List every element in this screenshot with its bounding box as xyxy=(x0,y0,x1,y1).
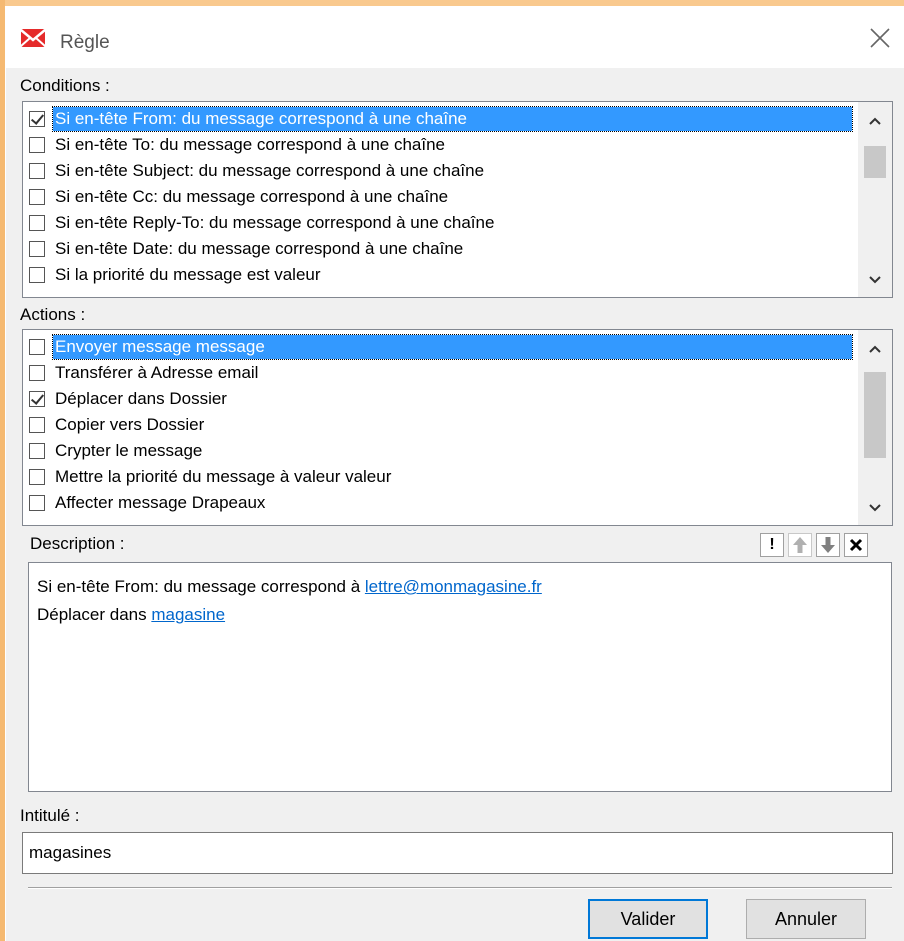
condition-item-label: Si en-tête From: du message correspond à… xyxy=(52,106,853,132)
condition-item[interactable]: Si la priorité du message est valeur xyxy=(29,262,852,288)
rule-name-input[interactable]: magasines xyxy=(22,832,893,874)
action-item[interactable]: Transférer à Adresse email xyxy=(29,360,852,386)
action-item[interactable]: Copier vers Dossier xyxy=(29,412,852,438)
condition-item[interactable]: Si en-tête From: du message correspond à… xyxy=(29,106,853,132)
actions-scroll-thumb[interactable] xyxy=(864,372,886,458)
checkbox[interactable] xyxy=(29,137,45,153)
conditions-list[interactable]: Si en-tête From: du message correspond à… xyxy=(22,101,893,298)
window-frame-left xyxy=(0,0,5,941)
checkbox[interactable] xyxy=(29,111,45,127)
checkbox[interactable] xyxy=(29,365,45,381)
action-item-label: Déplacer dans Dossier xyxy=(55,389,227,408)
checkbox[interactable] xyxy=(29,469,45,485)
move-down-button[interactable] xyxy=(816,533,840,557)
separator xyxy=(28,887,892,889)
close-button[interactable] xyxy=(862,22,898,54)
conditions-scroll-thumb[interactable] xyxy=(864,146,886,178)
move-up-button[interactable] xyxy=(788,533,812,557)
action-item-label: Crypter le message xyxy=(55,441,203,460)
description-label: Description : xyxy=(30,534,125,553)
description-box: Si en-tête From: du message correspond à… xyxy=(28,562,892,792)
condition-item-label: Si en-tête To: du message correspond à u… xyxy=(55,135,445,154)
actions-list[interactable]: Envoyer message message Transférer à Adre… xyxy=(22,329,893,526)
folder-link[interactable]: magasine xyxy=(151,605,225,624)
action-item[interactable]: Envoyer message message xyxy=(29,334,853,360)
title-bar: Règle xyxy=(6,6,904,68)
checkbox[interactable] xyxy=(29,241,45,257)
scroll-down-icon[interactable] xyxy=(858,493,892,523)
checkbox[interactable] xyxy=(29,443,45,459)
exclamation-icon: ! xyxy=(769,536,775,553)
arrow-up-icon xyxy=(793,537,807,553)
scroll-up-icon[interactable] xyxy=(858,334,892,364)
actions-scrollbar[interactable] xyxy=(858,330,892,525)
description-line-action: Déplacer dans magasine xyxy=(37,605,226,624)
condition-item[interactable]: Si en-tête To: du message correspond à u… xyxy=(29,132,852,158)
checkbox[interactable] xyxy=(29,189,45,205)
close-icon xyxy=(870,28,890,48)
condition-item[interactable]: Si en-tête Reply-To: du message correspo… xyxy=(29,210,852,236)
condition-item-label: Si en-tête Reply-To: du message correspo… xyxy=(55,213,495,232)
condition-item-label: Si la priorité du message est valeur xyxy=(55,265,321,284)
checkbox[interactable] xyxy=(29,163,45,179)
actions-label: Actions : xyxy=(20,305,86,324)
checkbox[interactable] xyxy=(29,267,45,283)
conditions-scrollbar[interactable] xyxy=(858,102,892,297)
action-item-label: Affecter message Drapeaux xyxy=(55,493,266,512)
window-title: Règle xyxy=(60,32,110,53)
action-item[interactable]: Crypter le message xyxy=(29,438,852,464)
description-line-condition: Si en-tête From: du message correspond à… xyxy=(37,577,542,596)
name-label: Intitulé : xyxy=(20,806,80,825)
checkbox[interactable] xyxy=(29,391,45,407)
mail-app-icon xyxy=(20,29,46,47)
action-item-label: Copier vers Dossier xyxy=(55,415,205,434)
checkbox[interactable] xyxy=(29,495,45,511)
email-link[interactable]: lettre@monmagasine.fr xyxy=(365,577,542,596)
action-item-label: Mettre la priorité du message à valeur v… xyxy=(55,467,392,486)
rule-dialog: Règle Conditions : Si en-tête From: du m… xyxy=(6,6,904,941)
checkbox[interactable] xyxy=(29,339,45,355)
scroll-down-icon[interactable] xyxy=(858,265,892,295)
condition-item[interactable]: Si en-tête Cc: du message correspond à u… xyxy=(29,184,852,210)
action-item[interactable]: Déplacer dans Dossier xyxy=(29,386,852,412)
delete-button[interactable] xyxy=(844,533,868,557)
delete-icon xyxy=(849,538,863,552)
validate-button[interactable]: Valider xyxy=(588,899,708,939)
action-item[interactable]: Mettre la priorité du message à valeur v… xyxy=(29,464,852,490)
arrow-down-icon xyxy=(821,537,835,553)
cancel-button[interactable]: Annuler xyxy=(746,899,866,939)
condition-item-label: Si en-tête Date: du message correspond à… xyxy=(55,239,464,258)
action-item-label: Envoyer message message xyxy=(52,334,853,360)
action-item-label: Transférer à Adresse email xyxy=(55,363,259,382)
condition-item-label: Si en-tête Subject: du message correspon… xyxy=(55,161,485,180)
checkbox[interactable] xyxy=(29,417,45,433)
condition-item[interactable]: Si en-tête Subject: du message correspon… xyxy=(29,158,852,184)
condition-item[interactable]: Si en-tête Date: du message correspond à… xyxy=(29,236,852,262)
action-item[interactable]: Affecter message Drapeaux xyxy=(29,490,852,516)
important-button[interactable]: ! xyxy=(760,533,784,557)
conditions-label: Conditions : xyxy=(20,76,110,95)
condition-item-label: Si en-tête Cc: du message correspond à u… xyxy=(55,187,449,206)
scroll-up-icon[interactable] xyxy=(858,106,892,136)
checkbox[interactable] xyxy=(29,215,45,231)
